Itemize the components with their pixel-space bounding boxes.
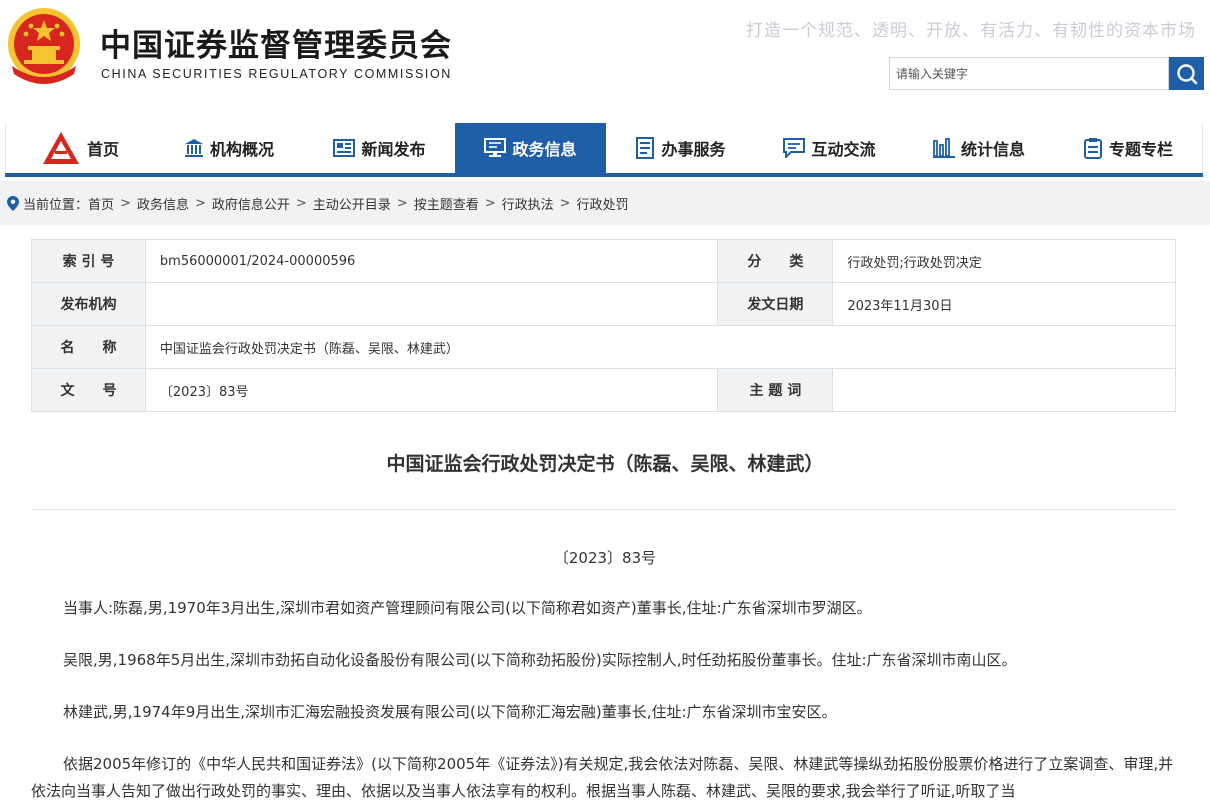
divider [31, 509, 1176, 510]
breadcrumb-separator: > [120, 195, 131, 211]
monitor-icon [484, 138, 507, 158]
document-number: 〔2023〕83号 [553, 549, 657, 567]
breadcrumb-item-government-info[interactable]: 政务信息 [137, 194, 189, 213]
nav-statistics[interactable]: 统计信息 [904, 123, 1054, 173]
main-nav: 首页 机构概况 新闻发布 政务信息 办事服务 互动交流 统计信息 专题专栏 [5, 123, 1203, 173]
publisher-label: 发布机构 [31, 282, 146, 326]
nav-organization[interactable]: 机构概况 [154, 123, 304, 173]
breadcrumb: 当前位置： 首页 > 政务信息 > 政府信息公开 > 主动公开目录 > 按主题查… [0, 181, 1210, 225]
category-value: 行政处罚;行政处罚决定 [832, 239, 1176, 283]
search-box [889, 57, 1172, 90]
breadcrumb-separator: > [295, 195, 307, 211]
document-info-table: 索 引 号 bm56000001/2024-00000596 分 类 行政处罚;… [31, 239, 1177, 412]
breadcrumb-item-enforcement[interactable]: 行政执法 [502, 194, 554, 213]
docno-label: 文 号 [31, 368, 146, 412]
document-title: 中国证监会行政处罚决定书（陈磊、吴限、林建武） [386, 453, 824, 475]
nav-statistics-label: 统计信息 [960, 140, 1025, 159]
date-value: 2023年11月30日 [832, 282, 1176, 326]
name-label: 名 称 [31, 325, 146, 369]
table-row: 索 引 号 bm56000001/2024-00000596 分 类 行政处罚;… [31, 239, 1176, 283]
site-title: 中国证券监督管理委员会 [100, 28, 452, 64]
search-button[interactable] [1169, 57, 1204, 90]
name-value: 中国证监会行政处罚决定书（陈磊、吴限、林建武） [144, 325, 1177, 369]
nav-underline [5, 173, 1203, 177]
location-pin-icon [7, 195, 19, 211]
nav-home-label: 首页 [86, 140, 119, 159]
site-title-en: CHINA SECURITIES REGULATORY COMMISSION [101, 67, 452, 81]
nav-organization-label: 机构概况 [209, 140, 274, 159]
category-label: 分 类 [717, 239, 834, 283]
search-icon [1176, 63, 1197, 84]
breadcrumb-separator: > [559, 195, 571, 211]
national-emblem-icon [8, 8, 80, 84]
nav-home[interactable]: 首页 [6, 123, 154, 173]
breadcrumb-item-by-topic[interactable]: 按主题查看 [414, 194, 479, 213]
index-value: bm56000001/2024-00000596 [144, 239, 719, 283]
document-paragraph: 当事人:陈磊,男,1970年3月出生,深圳市君如资产管理顾问有限公司(以下简称君… [63, 599, 872, 617]
publisher-value [144, 282, 719, 326]
breadcrumb-separator: > [484, 195, 496, 211]
breadcrumb-separator: > [396, 195, 408, 211]
document-list-icon [635, 137, 655, 159]
nav-news[interactable]: 新闻发布 [304, 123, 455, 173]
search-input[interactable] [890, 58, 1172, 89]
keyword-value [832, 368, 1176, 412]
document-paragraph: 林建武,男,1974年9月出生,深圳市汇海宏融投资发展有限公司(以下简称汇海宏融… [63, 703, 837, 721]
breadcrumb-item-penalty[interactable]: 行政处罚 [577, 194, 629, 213]
csrc-logo-icon [41, 130, 81, 166]
breadcrumb-item-info-disclosure[interactable]: 政府信息公开 [212, 194, 290, 213]
table-row: 发布机构 发文日期 2023年11月30日 [31, 282, 1176, 326]
breadcrumb-item-home[interactable]: 首页 [88, 194, 114, 213]
site-header: 中国证券监督管理委员会 CHINA SECURITIES REGULATORY … [0, 0, 1210, 118]
chat-icon [783, 138, 806, 158]
table-row: 名 称 中国证监会行政处罚决定书（陈磊、吴限、林建武） [31, 325, 1177, 369]
bar-chart-icon [932, 138, 955, 158]
nav-interaction[interactable]: 互动交流 [755, 123, 904, 173]
breadcrumb-prefix: 当前位置： [23, 197, 89, 213]
clipboard-icon [1083, 137, 1103, 159]
index-label: 索 引 号 [31, 239, 146, 283]
site-slogan: 打造一个规范、透明、开放、有活力、有韧性的资本市场 [746, 21, 1196, 41]
nav-news-label: 新闻发布 [361, 140, 426, 159]
nav-services-label: 办事服务 [661, 140, 726, 159]
docno-value: 〔2023〕83号 [144, 368, 719, 412]
breadcrumb-item-disclosure-catalog[interactable]: 主动公开目录 [313, 194, 391, 213]
nav-government-info-label: 政务信息 [512, 140, 577, 159]
nav-government-info[interactable]: 政务信息 [455, 123, 606, 173]
nav-special-topics-label: 专题专栏 [1108, 140, 1173, 159]
document-paragraph: 依据2005年修订的《中华人民共和国证券法》(以下简称2005年《证券法》)有关… [31, 755, 1174, 800]
newspaper-icon [333, 139, 356, 157]
nav-special-topics[interactable]: 专题专栏 [1054, 123, 1202, 173]
building-icon [184, 138, 204, 158]
document-paragraph: 吴限,男,1968年5月出生,深圳市劲拓自动化设备股份有限公司(以下简称劲拓股份… [63, 651, 1017, 669]
date-label: 发文日期 [717, 282, 834, 326]
nav-services[interactable]: 办事服务 [606, 123, 755, 173]
nav-interaction-label: 互动交流 [811, 140, 876, 159]
breadcrumb-separator: > [194, 195, 206, 211]
keyword-label: 主 题 词 [717, 368, 834, 412]
table-row: 文 号 〔2023〕83号 主 题 词 [31, 368, 1176, 412]
